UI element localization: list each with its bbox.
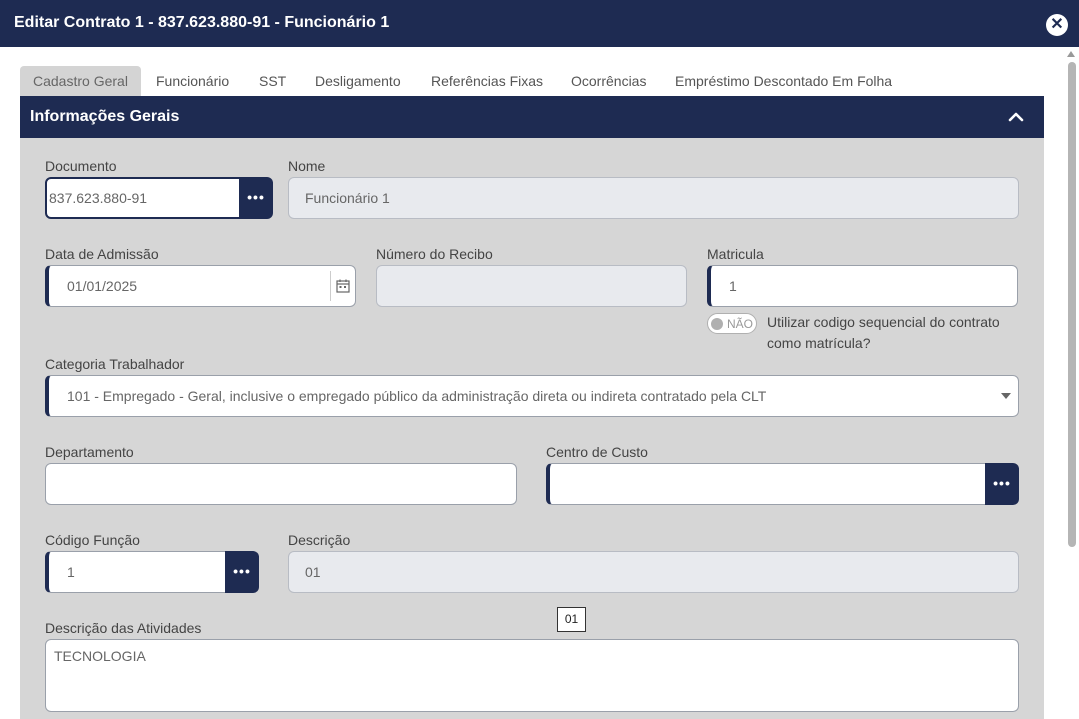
- sequencial-text-line1: Utilizar codigo sequencial do contrato: [767, 314, 1000, 330]
- scrollbar-thumb[interactable]: [1068, 62, 1076, 547]
- nome-field: Funcionário 1: [288, 177, 1019, 219]
- section-header[interactable]: Informações Gerais: [20, 96, 1044, 138]
- descricao-atividades-label: Descrição das Atividades: [45, 620, 202, 636]
- tab-funcionario[interactable]: Funcionário: [143, 66, 242, 96]
- tab-ocorrencias[interactable]: Ocorrências: [558, 66, 659, 96]
- toggle-label: NÃO: [727, 317, 754, 331]
- date-separator: [330, 271, 331, 301]
- centro-custo-input[interactable]: [546, 463, 988, 505]
- window-titlebar: Editar Contrato 1 - 837.623.880-91 - Fun…: [0, 0, 1079, 47]
- chevron-down-icon[interactable]: [1001, 393, 1011, 399]
- window-title: Editar Contrato 1 - 837.623.880-91 - Fun…: [14, 14, 390, 31]
- data-admissao-input[interactable]: 01/01/2025: [45, 265, 356, 307]
- departamento-label: Departamento: [45, 444, 134, 460]
- chevron-up-icon[interactable]: [1006, 107, 1026, 127]
- tab-emprestimo[interactable]: Empréstimo Descontado Em Folha: [662, 66, 905, 96]
- descricao-field: 01: [288, 551, 1019, 593]
- centro-custo-label: Centro de Custo: [546, 444, 648, 460]
- section-title: Informações Gerais: [30, 108, 180, 125]
- centro-custo-lookup-button[interactable]: •••: [985, 463, 1019, 505]
- tab-desligamento[interactable]: Desligamento: [302, 66, 414, 96]
- tooltip: 01: [557, 607, 586, 632]
- departamento-input[interactable]: [45, 463, 517, 505]
- categoria-select[interactable]: 101 - Empregado - Geral, inclusive o emp…: [45, 375, 1019, 417]
- sequencial-toggle[interactable]: NÃO: [707, 313, 757, 334]
- matricula-label: Matricula: [707, 246, 764, 262]
- toggle-knob: [711, 318, 723, 330]
- numero-recibo-field: [376, 265, 687, 307]
- numero-recibo-label: Número do Recibo: [376, 246, 493, 262]
- codigo-funcao-label: Código Função: [45, 532, 140, 548]
- scroll-up-icon[interactable]: [1067, 51, 1075, 57]
- nome-label: Nome: [288, 158, 326, 174]
- documento-input[interactable]: 837.623.880-91: [45, 177, 241, 219]
- tab-sst[interactable]: SST: [246, 66, 299, 96]
- categoria-label: Categoria Trabalhador: [45, 356, 185, 372]
- sequencial-text-line2: como matrícula?: [767, 335, 871, 351]
- documento-label: Documento: [45, 158, 117, 174]
- codigo-funcao-lookup-button[interactable]: •••: [225, 551, 259, 593]
- scrollbar[interactable]: [1064, 47, 1079, 719]
- documento-lookup-button[interactable]: •••: [239, 177, 273, 219]
- codigo-funcao-input[interactable]: 1: [45, 551, 228, 593]
- data-admissao-label: Data de Admissão: [45, 246, 159, 262]
- calendar-icon[interactable]: [336, 279, 350, 293]
- descricao-label: Descrição: [288, 532, 351, 548]
- tab-cadastro-geral[interactable]: Cadastro Geral: [20, 66, 141, 96]
- close-icon[interactable]: ✕: [1046, 14, 1068, 36]
- matricula-input[interactable]: 1: [707, 265, 1018, 307]
- descricao-atividades-textarea[interactable]: TECNOLOGIA: [45, 639, 1019, 712]
- tab-referencias-fixas[interactable]: Referências Fixas: [418, 66, 556, 96]
